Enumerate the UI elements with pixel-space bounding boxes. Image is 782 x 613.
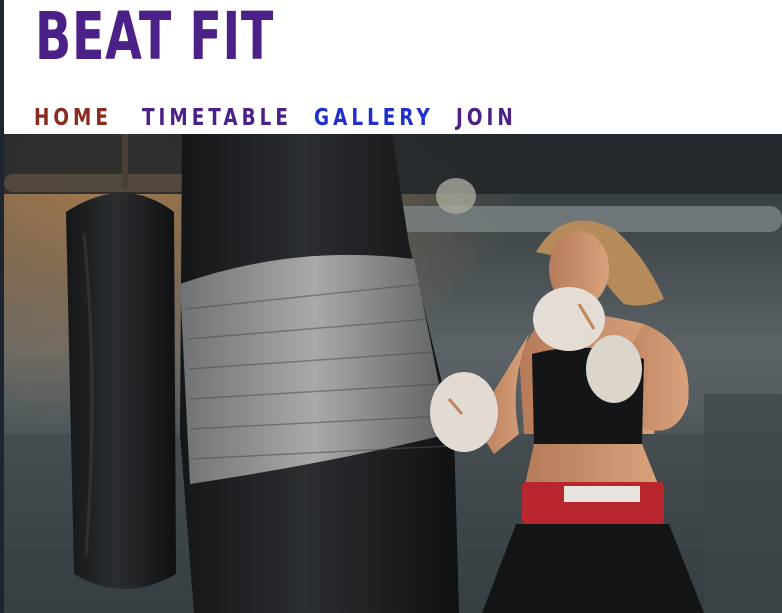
nav-timetable-link[interactable]: TIMETABLE: [142, 104, 288, 134]
nav-gallery-link[interactable]: GALLERY: [314, 104, 430, 134]
site-logo-title[interactable]: BEAT FIT: [35, 0, 274, 80]
hero-image: [4, 134, 782, 613]
boxer-punching-bag-photo: [4, 134, 782, 613]
main-nav: HOME TIMETABLE GALLERY JOIN: [34, 104, 526, 134]
nav-join-link[interactable]: JOIN: [456, 104, 513, 134]
nav-home-link[interactable]: HOME: [34, 104, 120, 134]
